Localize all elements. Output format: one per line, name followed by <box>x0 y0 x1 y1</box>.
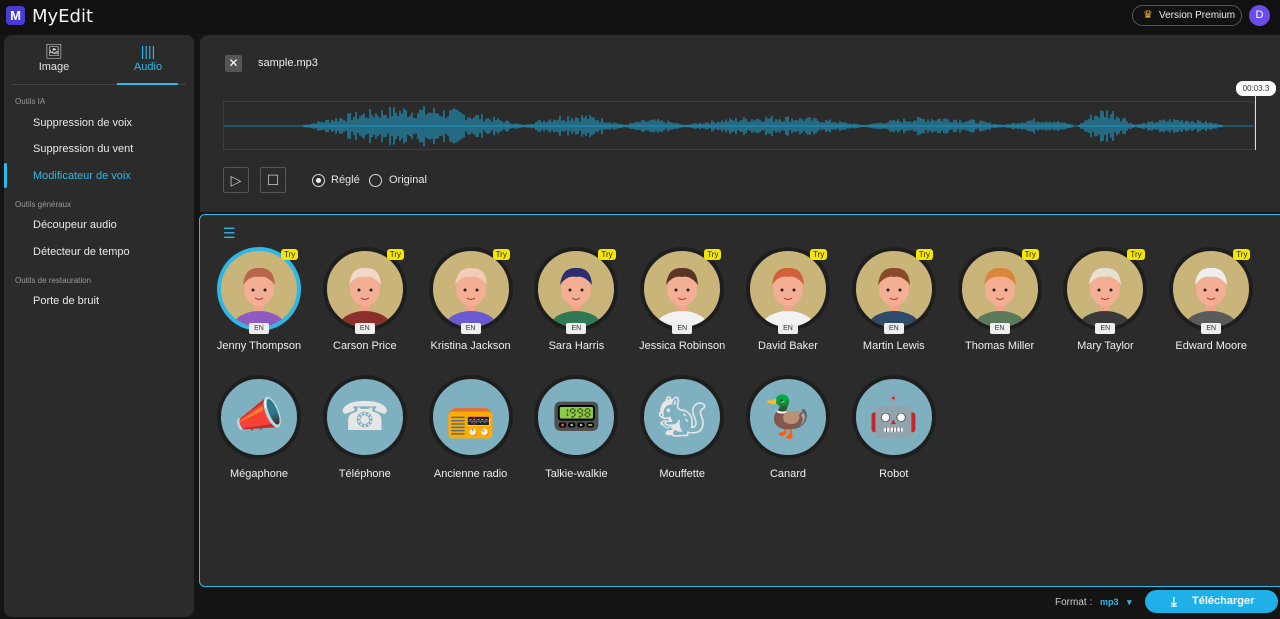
section-title: Outils de restauration <box>15 276 92 285</box>
radio-regle[interactable] <box>312 174 325 187</box>
playhead[interactable] <box>1255 96 1256 150</box>
voice-card[interactable]: Try EN Mary Taylor <box>1053 247 1153 367</box>
image-icon: 🖼 <box>45 43 63 59</box>
try-badge: Try <box>810 249 828 260</box>
user-avatar[interactable]: D <box>1249 5 1270 26</box>
effect-avatar: 🦆 <box>746 375 830 459</box>
effect-card[interactable]: 🐿 Mouffette <box>630 375 730 495</box>
try-badge: Try <box>598 249 616 260</box>
tab-audio[interactable]: |||| Audio <box>108 43 188 73</box>
radio-label: Réglé <box>331 174 360 186</box>
effect-card[interactable]: 📣 Mégaphone <box>207 375 307 495</box>
effect-name: Robot <box>879 468 909 480</box>
effect-avatar: 🐿 <box>640 375 725 459</box>
format-value: mp3 <box>1100 597 1119 607</box>
effect-card[interactable]: ☎ Téléphone <box>313 375 413 495</box>
app-title: MyEdit <box>32 6 94 27</box>
section-title: Outils IA <box>15 97 46 106</box>
premium-label: Version Premium <box>1159 10 1236 21</box>
time-label: 00:03.3 <box>1236 81 1276 96</box>
try-badge: Try <box>915 249 934 260</box>
language-badge: EN <box>883 323 904 334</box>
language-badge: EN <box>1095 323 1116 334</box>
file-name: sample.mp3 <box>258 57 318 69</box>
voice-card[interactable]: Try EN Edward Moore <box>1159 247 1259 367</box>
download-button[interactable]: ⤓ Télécharger <box>1145 590 1278 613</box>
voice-card[interactable]: Try EN Jenny Thompson <box>207 247 307 367</box>
close-file-button[interactable]: ✕ <box>225 55 242 72</box>
try-badge: Try <box>386 249 405 260</box>
try-badge: Try <box>1233 249 1251 260</box>
try-badge: Try <box>704 249 722 260</box>
top-bar: M MyEdit ♛ Version Premium D <box>0 0 1280 34</box>
tab-indicator <box>117 83 178 85</box>
effect-avatar: 📻 <box>428 375 513 459</box>
effect-card[interactable]: 📻 Ancienne radio <box>419 375 519 495</box>
myedit-logo[interactable]: M <box>6 6 25 25</box>
sidebar-item-decoupeur[interactable]: Découpeur audio <box>33 219 117 231</box>
voice-name: Edward Moore <box>1175 340 1247 352</box>
language-badge: EN <box>672 323 693 334</box>
effect-card[interactable]: 🦆 Canard <box>736 375 836 495</box>
language-badge: EN <box>989 323 1010 334</box>
language-badge: EN <box>249 323 269 334</box>
voice-card[interactable]: Try EN Sara Harris <box>524 247 624 367</box>
waveform[interactable] <box>223 101 1255 150</box>
language-badge: EN <box>460 323 481 334</box>
try-badge: Try <box>281 249 299 260</box>
play-button[interactable]: ▷ <box>223 167 249 193</box>
sidebar-item-modificateur-voix[interactable]: Modificateur de voix <box>33 170 131 182</box>
voice-card[interactable]: Try EN Jessica Robinson <box>630 247 730 367</box>
language-badge: EN <box>1201 323 1222 334</box>
effect-avatar: 📣 <box>217 375 301 459</box>
effect-avatar: ☎ <box>322 375 407 459</box>
effect-card[interactable]: 📟 Talkie-walkie <box>524 375 624 495</box>
download-icon: ⤓ <box>1171 594 1177 609</box>
try-badge: Try <box>492 249 510 260</box>
radio-label: Original <box>389 174 427 186</box>
sidebar: 🖼 Image |||| Audio Outils IA Suppression d… <box>4 35 194 617</box>
effect-card[interactable]: 🤖 Robot <box>842 375 942 495</box>
format-label: Format : <box>1055 597 1093 608</box>
effect-avatar: 🤖 <box>851 375 936 459</box>
active-indicator <box>4 163 7 188</box>
voice-card[interactable]: Try EN Martin Lewis <box>842 247 942 367</box>
filter-icon[interactable]: ☰ <box>223 225 236 242</box>
effect-avatar: 📟 <box>534 375 619 459</box>
voice-grid: ☰ Try EN Jenny Thompson Try EN Carson Pr… <box>199 214 1280 587</box>
voice-card[interactable]: Try EN Kristina Jackson <box>419 247 519 367</box>
section-title: Outils généraux <box>15 200 72 209</box>
sidebar-item-suppression-vent[interactable]: Suppression du vent <box>33 143 133 155</box>
player-panel: ✕ sample.mp3 00:03.3 ▷ ☐ Réglé Original <box>200 35 1280 212</box>
voice-card[interactable]: Try EN Carson Price <box>313 247 413 367</box>
sidebar-item-tempo[interactable]: Détecteur de tempo <box>33 246 130 258</box>
premium-button[interactable]: ♛ Version Premium <box>1132 5 1242 26</box>
radio-original[interactable] <box>369 174 382 187</box>
voice-card[interactable]: Try EN Thomas Miller <box>948 247 1048 367</box>
voice-card[interactable]: Try EN David Baker <box>736 247 836 367</box>
language-badge: EN <box>566 323 587 334</box>
crown-icon: ♛ <box>1143 9 1153 21</box>
tab-label: Audio <box>133 61 163 73</box>
sidebar-item-porte-bruit[interactable]: Porte de bruit <box>33 295 99 307</box>
language-badge: EN <box>354 323 375 334</box>
tab-label: Image <box>38 61 70 73</box>
stop-button[interactable]: ☐ <box>260 167 286 193</box>
waveform-icon: |||| <box>140 43 156 59</box>
language-badge: EN <box>778 323 798 334</box>
try-badge: Try <box>1127 249 1145 260</box>
download-label: Télécharger <box>1192 595 1255 607</box>
chevron-down-icon: ▾ <box>1127 597 1132 607</box>
tab-image[interactable]: 🖼 Image <box>14 43 94 73</box>
try-badge: Try <box>1021 249 1039 260</box>
format-select[interactable]: mp3 ▾ <box>1100 597 1132 608</box>
sidebar-item-suppression-voix[interactable]: Suppression de voix <box>33 117 132 129</box>
